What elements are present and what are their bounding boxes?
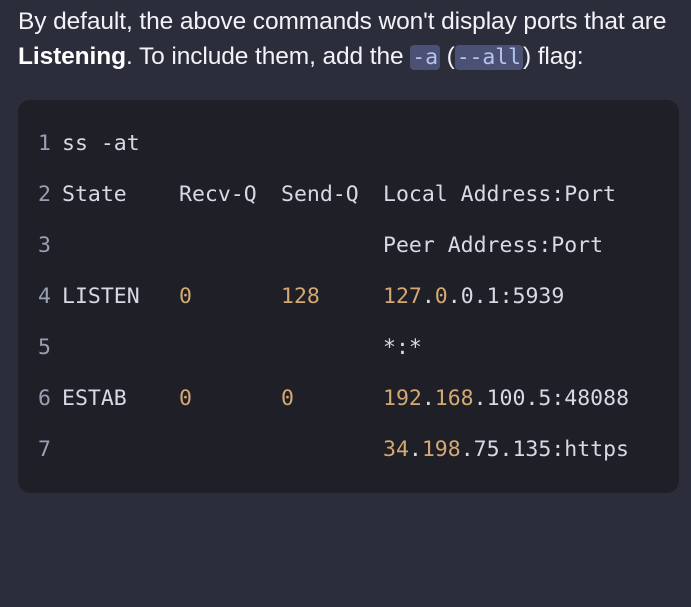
ip-octet: 34 <box>383 437 409 462</box>
row-recv-q: 0 <box>179 284 192 309</box>
ip-octet: 1 <box>486 284 500 309</box>
line-number: 6 <box>38 386 51 411</box>
row-send-q: 0 <box>281 386 294 411</box>
command-text: ss -at <box>62 131 140 156</box>
description-paragraph: By default, the above commands won't dis… <box>18 4 686 75</box>
row-local-address: 192.168.100.5:48088 <box>383 383 629 415</box>
ip-octet: 0 <box>434 284 448 309</box>
port-value: 48088 <box>564 386 630 411</box>
ip-octet: 135 <box>512 437 552 462</box>
row-local-address: 127.0.0.1:5939 <box>383 281 564 313</box>
ip-octet: 5 <box>538 386 552 411</box>
ip-dot: . <box>447 284 461 309</box>
code-line-5: 5 *:* <box>18 332 679 364</box>
ip-octet: 198 <box>421 437 461 462</box>
header-send-q: Send-Q <box>281 182 359 207</box>
ip-octet: 0 <box>460 284 474 309</box>
row-recv-q: 0 <box>179 386 192 411</box>
line-number: 1 <box>38 131 51 156</box>
header-recv-q: Recv-Q <box>179 182 257 207</box>
code-line-2: 2 State Recv-Q Send-Q Local Address:Port <box>18 179 679 211</box>
row-state: LISTEN <box>62 284 140 309</box>
code-line-1: 1 ss -at <box>18 128 679 160</box>
row-state: ESTAB <box>62 386 127 411</box>
ip-dot: . <box>421 284 435 309</box>
paragraph-text-3: ( <box>439 43 455 70</box>
ip-dot: . <box>408 437 422 462</box>
port-value: https <box>564 437 630 462</box>
ip-dot: . <box>525 386 539 411</box>
ip-dot: . <box>473 386 487 411</box>
port-separator: : <box>499 284 513 309</box>
code-line-7: 7 34.198.75.135:https <box>18 434 679 466</box>
ip-octet: 75 <box>473 437 500 462</box>
ip-octet: 127 <box>383 284 422 309</box>
row-peer-address: *:* <box>383 335 422 360</box>
line-number: 5 <box>38 335 51 360</box>
port-separator: : <box>551 437 565 462</box>
inline-code-a-flag: -a <box>410 45 440 70</box>
ip-dot: . <box>499 437 513 462</box>
row-send-q: 128 <box>281 284 320 309</box>
port-value: 5939 <box>512 284 565 309</box>
code-line-3: 3 Peer Address:Port <box>18 230 679 262</box>
ip-dot: . <box>421 386 435 411</box>
header-local-address: Local Address:Port <box>383 182 616 207</box>
paragraph-text-4: ) flag: <box>522 43 584 70</box>
line-number: 3 <box>38 233 51 258</box>
line-number: 4 <box>38 284 51 309</box>
code-line-6: 6 ESTAB 0 0 192.168.100.5:48088 <box>18 383 679 415</box>
header-state: State <box>62 182 127 207</box>
paragraph-text-1: By default, the above commands won't dis… <box>18 8 667 35</box>
header-peer-address: Peer Address:Port <box>383 233 604 258</box>
ip-octet: 168 <box>434 386 474 411</box>
row-peer-address: 34.198.75.135:https <box>383 434 629 466</box>
inline-code-all-flag: --all <box>454 45 523 70</box>
port-separator: : <box>551 386 565 411</box>
ip-octet: 100 <box>486 386 526 411</box>
paragraph-text-2: . To include them, add the <box>126 43 411 70</box>
line-number: 7 <box>38 437 51 462</box>
code-line-4: 4 LISTEN 0 128 127.0.0.1:5939 <box>18 281 679 313</box>
listening-bold: Listening <box>18 43 126 70</box>
line-number: 2 <box>38 182 51 207</box>
ip-dot: . <box>460 437 474 462</box>
ip-octet: 192 <box>383 386 422 411</box>
code-block[interactable]: 1 ss -at 2 State Recv-Q Send-Q Local Add… <box>18 100 679 493</box>
ip-dot: . <box>473 284 487 309</box>
